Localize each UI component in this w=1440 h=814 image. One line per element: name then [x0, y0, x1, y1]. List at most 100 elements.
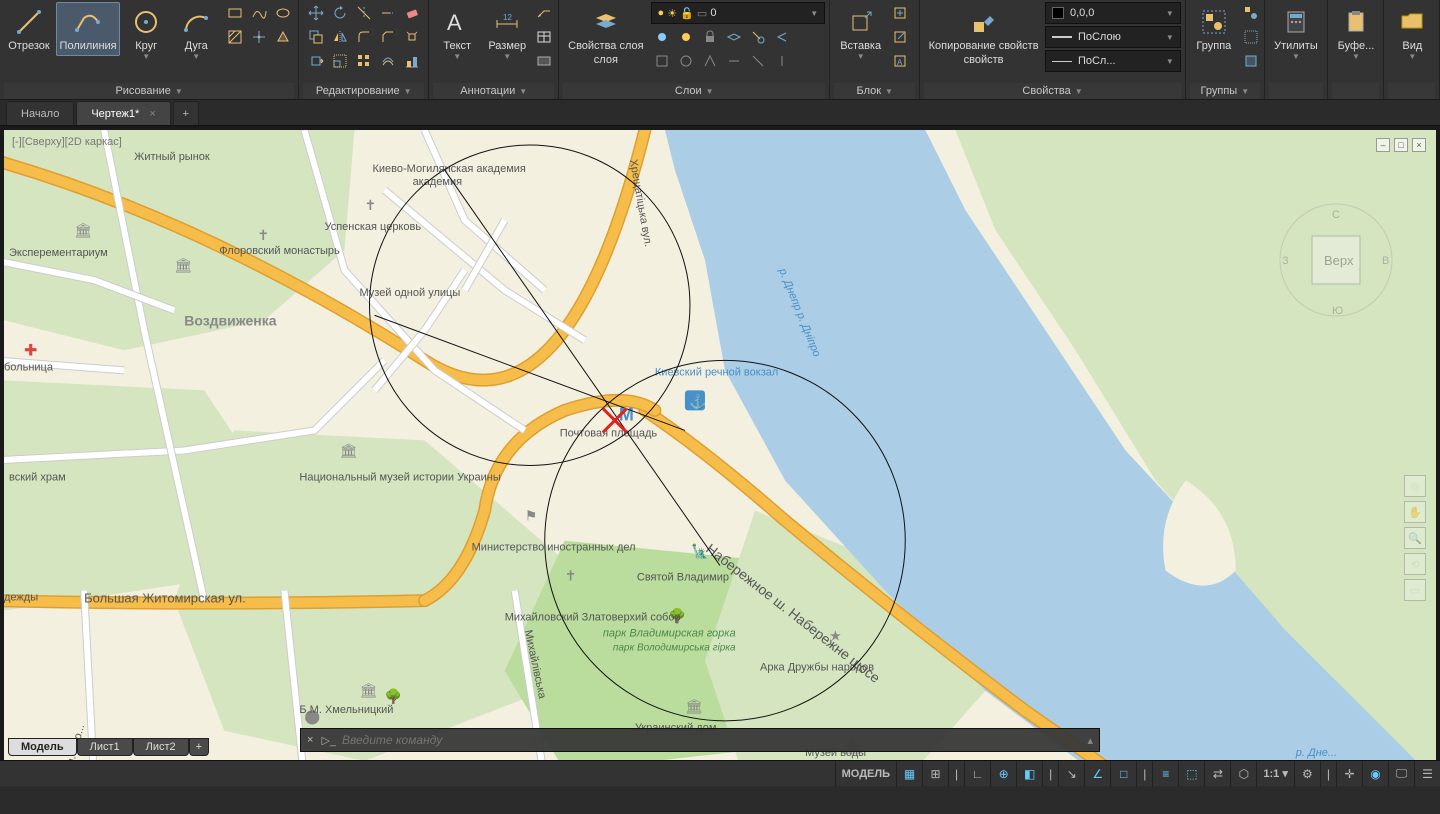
panel-groups-title[interactable]: Группы▼ — [1190, 83, 1260, 99]
group-edit-icon[interactable] — [1240, 26, 1262, 48]
rotate-icon[interactable] — [329, 2, 351, 24]
status-scale[interactable]: 1:1 ▾ — [1256, 761, 1293, 787]
layer-t4-icon[interactable] — [723, 50, 745, 72]
layer-lock-icon[interactable] — [699, 26, 721, 48]
viewport-label[interactable]: [-][Сверху][2D каркас] — [12, 136, 122, 148]
group-button[interactable]: Группа — [1190, 2, 1238, 56]
viewcube[interactable]: Верх С Ю З В МСК — [1276, 200, 1396, 320]
status-iso-icon[interactable]: ◧ — [1016, 761, 1042, 787]
status-osnap-icon[interactable]: ∠ — [1084, 761, 1110, 787]
status-lineweight-icon[interactable]: ≡ — [1152, 761, 1178, 787]
layer-t5-icon[interactable] — [747, 50, 769, 72]
layer-props-button[interactable]: Свойства слоя слоя — [563, 2, 648, 70]
attr-block-icon[interactable]: A — [889, 50, 911, 72]
layer-combo[interactable]: ● ☀ 🔓 ▭ 0 ▼ — [651, 2, 826, 24]
insert-button[interactable]: Вставка ▼ — [834, 2, 887, 65]
panel-editing-title[interactable]: Редактирование▼ — [303, 83, 424, 99]
panel-drawing-title[interactable]: Рисование▼ — [4, 83, 294, 99]
panel-annotations-title[interactable]: Аннотации▼ — [433, 83, 554, 99]
hatch-icon[interactable] — [224, 26, 246, 48]
status-anno-icon[interactable]: ✛ — [1336, 761, 1362, 787]
pan-icon[interactable]: ✋ — [1404, 501, 1426, 523]
region-icon[interactable] — [272, 26, 294, 48]
rectangle-icon[interactable] — [224, 2, 246, 24]
status-grid-icon[interactable]: ▦ — [896, 761, 922, 787]
layout-add[interactable]: + — [189, 738, 209, 756]
status-snap-icon[interactable]: ⊞ — [922, 761, 948, 787]
tab-add[interactable]: + — [173, 101, 199, 125]
polyline-button[interactable]: Полилиния — [56, 2, 120, 56]
status-gear-icon[interactable]: ⚙ — [1294, 761, 1320, 787]
line-button[interactable]: Отрезок — [4, 2, 54, 56]
arc-button[interactable]: Дуга ▼ — [172, 2, 220, 65]
close-icon[interactable]: × — [1412, 138, 1426, 152]
leader-icon[interactable] — [533, 2, 555, 24]
linetype-combo[interactable]: ПоСл... ▼ — [1045, 50, 1181, 72]
command-input[interactable] — [342, 733, 1081, 747]
status-otrack-icon[interactable]: ↘ — [1058, 761, 1084, 787]
ungroup-icon[interactable] — [1240, 2, 1262, 24]
tab-home[interactable]: Начало — [6, 101, 74, 125]
layout-model[interactable]: Модель — [8, 738, 77, 756]
status-workspace-icon[interactable]: ◉ — [1362, 761, 1388, 787]
panel-block-title[interactable]: Блок▼ — [834, 83, 915, 99]
extend-icon[interactable] — [377, 2, 399, 24]
table-icon[interactable] — [533, 26, 555, 48]
maximize-icon[interactable]: □ — [1394, 138, 1408, 152]
color-combo[interactable]: 0,0,0 ▼ — [1045, 2, 1181, 24]
close-icon[interactable]: × — [149, 108, 155, 120]
array-icon[interactable] — [353, 50, 375, 72]
layout-sheet2[interactable]: Лист2 — [133, 738, 189, 756]
offset-icon[interactable] — [377, 50, 399, 72]
mirror-icon[interactable] — [329, 26, 351, 48]
scale-icon[interactable] — [329, 50, 351, 72]
orbit-icon[interactable]: ⟲ — [1404, 553, 1426, 575]
nav-wheel-icon[interactable]: ◎ — [1404, 475, 1426, 497]
cmd-close-icon[interactable]: × — [307, 734, 313, 746]
layer-freeze-icon[interactable] — [651, 26, 673, 48]
status-2dsnap-icon[interactable]: □ — [1110, 761, 1136, 787]
erase-icon[interactable] — [401, 2, 423, 24]
point-icon[interactable] — [248, 26, 270, 48]
layer-match-icon[interactable] — [747, 26, 769, 48]
view-button[interactable]: Вид ▼ — [1388, 2, 1436, 65]
showmotion-icon[interactable]: ▭ — [1404, 579, 1426, 601]
circle-button[interactable]: Круг ▼ — [122, 2, 170, 65]
copy-icon[interactable] — [305, 26, 327, 48]
chamfer-icon[interactable] — [377, 26, 399, 48]
clipboard-button[interactable]: Буфе... ▼ — [1332, 2, 1380, 65]
explode-icon[interactable] — [401, 26, 423, 48]
drawing-canvas[interactable]: ⚓ М 🏛 ✝ ✝ 🏛 🏛 ⚑ ✝ 🗽 ★ 🏛 🏛 🏛 ⬤ 🌳 🌳 ✚ Житн… — [4, 130, 1436, 782]
cmd-history-icon[interactable]: ▴ — [1087, 734, 1093, 747]
status-transparency-icon[interactable]: ⬚ — [1178, 761, 1204, 787]
layout-sheet1[interactable]: Лист1 — [77, 738, 133, 756]
text-button[interactable]: A Текст ▼ — [433, 2, 481, 65]
layer-prev-icon[interactable] — [771, 26, 793, 48]
layer-iso-icon[interactable] — [723, 26, 745, 48]
layer-off-icon[interactable] — [675, 26, 697, 48]
layer-t6-icon[interactable] — [771, 50, 793, 72]
zoom-icon[interactable]: 🔍 — [1404, 527, 1426, 549]
layer-t1-icon[interactable] — [651, 50, 673, 72]
match-props-button[interactable]: Копирование свойств свойств — [924, 2, 1043, 70]
status-polar-icon[interactable]: ⊕ — [990, 761, 1016, 787]
tab-drawing1[interactable]: Чертеж1*× — [76, 101, 170, 125]
panel-layers-title[interactable]: Слои▼ — [563, 83, 825, 99]
move-icon[interactable] — [305, 2, 327, 24]
minimize-icon[interactable]: – — [1376, 138, 1390, 152]
ellipse-icon[interactable] — [272, 2, 294, 24]
edit-block-icon[interactable] — [889, 26, 911, 48]
status-ortho-icon[interactable]: ∟ — [964, 761, 990, 787]
spline-icon[interactable] — [248, 2, 270, 24]
wipeout-icon[interactable] — [533, 50, 555, 72]
group-sel-icon[interactable] — [1240, 50, 1262, 72]
status-custom-icon[interactable]: ☰ — [1414, 761, 1440, 787]
stretch-icon[interactable] — [305, 50, 327, 72]
status-monitor-icon[interactable]: 🖵 — [1388, 761, 1414, 787]
lineweight-combo[interactable]: ПоСлою ▼ — [1045, 26, 1181, 48]
layer-t3-icon[interactable] — [699, 50, 721, 72]
align-icon[interactable] — [401, 50, 423, 72]
command-line[interactable]: × ▷_ ▴ — [300, 728, 1100, 752]
status-model[interactable]: МОДЕЛЬ — [835, 761, 896, 787]
status-cycle-icon[interactable]: ⇄ — [1204, 761, 1230, 787]
